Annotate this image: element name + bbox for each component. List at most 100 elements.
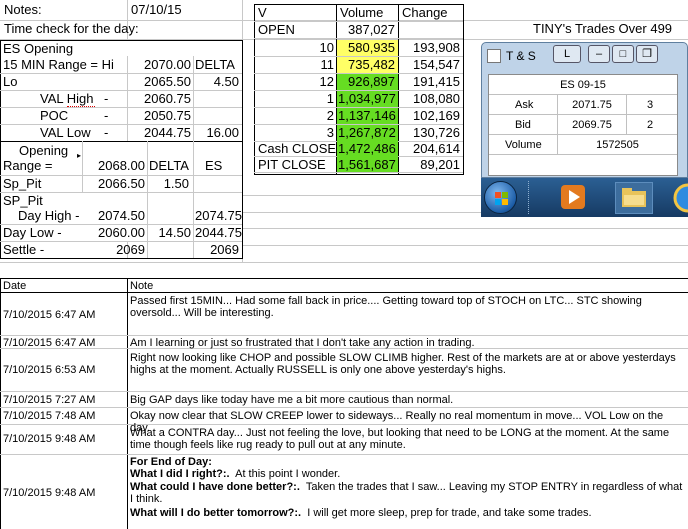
note-date: 7/10/2015 9:48 AM [3, 487, 96, 499]
restore-icon: ❐ [642, 48, 652, 60]
note-date: 7/10/2015 9:48 AM [3, 433, 96, 445]
question-2: What could I have done better?:. [130, 481, 300, 493]
day-high-label: Day High - [18, 208, 80, 223]
day-high-value[interactable]: 2074.50 [84, 209, 145, 223]
sp-pit2-label: SP_Pit [3, 193, 43, 208]
minimize-button[interactable]: – [588, 45, 610, 63]
volume-row-volume[interactable]: 735,482 [338, 58, 395, 72]
sp-pit-delta[interactable]: 1.50 [149, 177, 189, 191]
end-of-day-heading: For End of Day: [130, 456, 212, 468]
question-3: What will I do better tomorrow?:. [130, 507, 302, 519]
maximize-button[interactable]: □ [612, 45, 634, 63]
cash-close-change[interactable]: 204,614 [400, 142, 460, 156]
pit-close-change[interactable]: 89,201 [400, 158, 460, 172]
open-volume[interactable]: 387,027 [338, 23, 395, 37]
notes-label: Notes: [4, 2, 42, 17]
notes-date[interactable]: 07/10/15 [131, 3, 182, 17]
volume-row-volume[interactable]: 1,034,977 [338, 92, 396, 106]
note-text: Am I learning or just so frustrated that… [130, 337, 475, 349]
ts-title: T & S [506, 49, 536, 63]
volume-row-volume[interactable]: 1,267,872 [338, 126, 396, 140]
bid-size: 2 [647, 119, 654, 131]
note-date: 7/10/2015 7:27 AM [3, 394, 96, 406]
volume-row-change[interactable]: 193,908 [400, 41, 460, 55]
col-volume-header: Volume [340, 5, 384, 20]
range-hi-value[interactable]: 2070.00 [130, 58, 191, 72]
spellcheck-underline [67, 105, 95, 107]
col-note-header: Note [130, 280, 154, 292]
lo-delta[interactable]: 4.50 [195, 75, 239, 89]
volume-row-label: 10 [319, 40, 334, 55]
row-divider [254, 172, 463, 173]
day-low-value[interactable]: 2060.00 [84, 226, 145, 240]
poc-label: POC [40, 108, 69, 123]
val-high-value[interactable]: 2060.75 [130, 92, 191, 106]
cash-close-volume[interactable]: 1,472,486 [338, 142, 396, 156]
note-date: 7/10/2015 7:48 AM [3, 410, 96, 422]
note-date: 7/10/2015 6:53 AM [3, 364, 96, 376]
windows-logo-icon [495, 192, 508, 205]
folder-icon [622, 188, 646, 207]
settle-value[interactable]: 2069 [84, 243, 145, 257]
settle-label: Settle - [3, 242, 45, 257]
day-high-es[interactable]: 2074.75 [195, 209, 242, 223]
volume-row-volume[interactable]: 1,137,146 [338, 109, 396, 123]
note-text: Right now looking like CHOP and possible… [130, 352, 676, 376]
ts-bid-row: Bid 2069.75 2 [489, 115, 677, 135]
val-low-value[interactable]: 2044.75 [130, 126, 191, 140]
start-button[interactable] [484, 181, 517, 214]
day-low-es[interactable]: 2044.75 [195, 226, 242, 240]
cell-marker-icon: ▸ [77, 151, 82, 160]
poc-dash: - [104, 108, 109, 123]
opening-label: Opening [19, 143, 69, 158]
volume-row-change[interactable]: 191,415 [400, 75, 460, 89]
volume-row-change[interactable]: 130,726 [400, 126, 460, 140]
taskbar-grip[interactable] [528, 181, 540, 214]
range-label: 15 MIN Range = Hi [3, 57, 114, 72]
volume-row-change[interactable]: 154,547 [400, 58, 460, 72]
settle-es[interactable]: 2069 [195, 243, 239, 257]
app-icon [487, 49, 501, 63]
pit-close-volume[interactable]: 1,561,687 [338, 158, 396, 172]
ts-ask-row: Ask 2071.75 3 [489, 95, 677, 115]
lo-value[interactable]: 2065.50 [130, 75, 191, 89]
note-text: Big GAP days like today have me a bit mo… [130, 394, 454, 406]
bid-label: Bid [515, 119, 531, 131]
val-low-label: VAL Low [40, 125, 91, 140]
volume-row-volume[interactable]: 580,935 [338, 41, 395, 55]
cash-close-label: Cash CLOSE [258, 141, 337, 156]
range-eq-label: Range = [3, 158, 53, 173]
sp-pit-value[interactable]: 2066.50 [84, 177, 145, 191]
note-date: 7/10/2015 6:47 AM [3, 337, 96, 349]
end-of-day-note: For End of Day: What I did I right?:. At… [130, 456, 686, 519]
val-low-delta[interactable]: 16.00 [195, 126, 239, 140]
volume-row-change[interactable]: 108,080 [400, 92, 460, 106]
l-button[interactable]: L [553, 45, 581, 63]
maximize-icon: □ [619, 48, 627, 60]
col-date-header: Date [3, 280, 27, 292]
time-and-sales-window[interactable]: T & S L – □ ❐ ES 09-15 Ask 2071.75 3 Bid… [481, 42, 688, 178]
answer-1: At this point I wonder. [235, 468, 341, 480]
restore-button[interactable]: ❐ [636, 45, 658, 63]
explorer-button[interactable] [615, 182, 653, 214]
or-es-label: ES [205, 158, 223, 173]
range-eq-value[interactable]: 2068.00 [84, 159, 145, 173]
volume-value: 1572505 [557, 135, 677, 155]
col-v-header: V [258, 5, 267, 20]
poc-value[interactable]: 2050.75 [130, 109, 191, 123]
volume-row-change[interactable]: 102,169 [400, 109, 460, 123]
browser-icon[interactable] [671, 182, 688, 214]
val-high-dash: - [104, 91, 109, 106]
volume-row-label: 2 [326, 108, 334, 123]
val-low-dash: - [104, 125, 109, 140]
ask-price: 2071.75 [557, 95, 627, 115]
lo-label: Lo [3, 74, 18, 89]
note-text: Passed first 15MIN... Had some fall back… [130, 295, 642, 319]
bid-price: 2069.75 [557, 115, 627, 135]
day-low-delta[interactable]: 14.50 [149, 226, 191, 240]
ts-symbol: ES 09-15 [560, 79, 606, 91]
volume-row-volume[interactable]: 926,897 [338, 75, 395, 89]
volume-row-label: 11 [320, 57, 335, 72]
media-player-icon[interactable] [558, 182, 588, 212]
ts-symbol-row: ES 09-15 [489, 75, 677, 95]
